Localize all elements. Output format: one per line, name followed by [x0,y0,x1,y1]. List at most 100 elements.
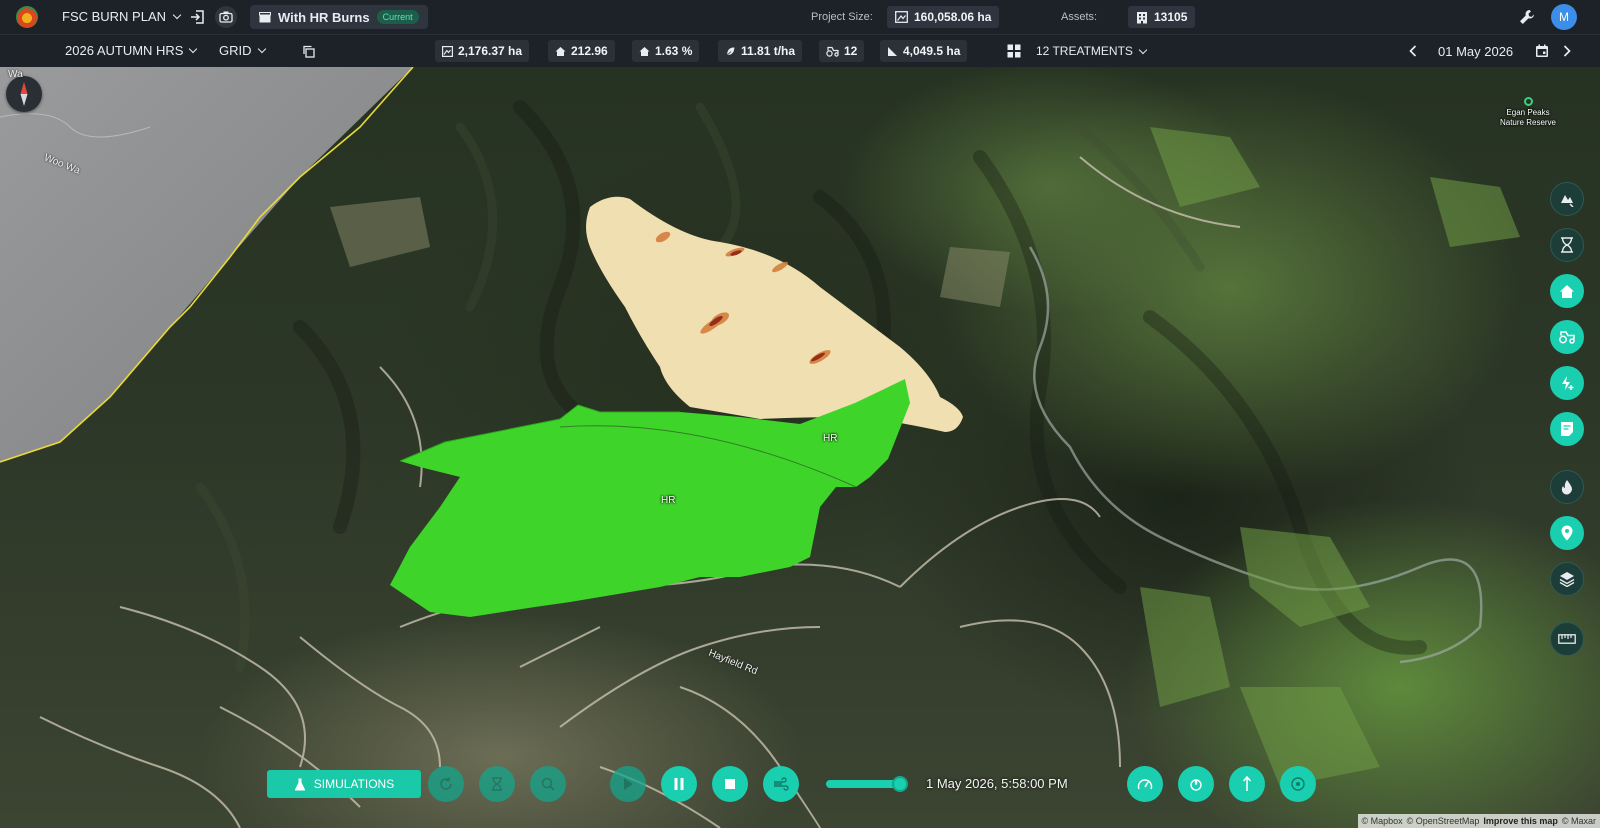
scenario-selector[interactable]: With HR Burns Current [250,5,428,29]
road-label: Wa [8,69,23,80]
stop-button[interactable] [712,766,748,802]
hourglass-tool[interactable] [1550,228,1584,262]
plan-name: FSC BURN PLAN [62,9,167,24]
map-attribution: © Mapbox © OpenStreetMap Improve this ma… [1357,814,1600,828]
poi-label: Egan Peaks Nature Reserve [1499,108,1557,127]
fuel-load-icon [726,46,736,56]
hourglass-icon [492,777,502,791]
hourglass-button[interactable] [479,766,515,802]
settings-icon [1291,777,1305,791]
scenario-name: With HR Burns [278,9,370,25]
chevron-right-icon[interactable] [1556,40,1578,62]
stat-machinery: 12 [819,40,865,62]
compass-button[interactable] [6,76,42,112]
treatments-selector[interactable]: 12 TREATMENTS [1036,44,1148,58]
search-icon [541,777,555,791]
layers-icon [1559,572,1575,587]
top-bar: FSC BURN PLAN With HR Burns Current Proj… [0,0,1600,34]
building-icon [1137,11,1147,23]
clapperboard-icon [259,11,271,22]
assets-value: 13105 [1128,6,1196,28]
grid-layout-icon[interactable] [1003,40,1025,62]
terrain-layer [0,67,1520,828]
notes-icon [1561,422,1573,436]
fire-spread-tool[interactable] [1550,182,1584,216]
poi-marker[interactable]: Egan Peaks Nature Reserve [1497,97,1559,128]
fire-tool[interactable] [1550,470,1584,504]
area-icon [442,45,453,57]
ruler-tool[interactable] [1550,622,1584,656]
home-icon [1560,284,1574,298]
arrow-up-icon [1242,776,1252,791]
wind-icon [774,777,789,791]
house-icon [555,46,566,56]
project-size-value: 160,058.06 ha [887,6,1000,28]
home-tool[interactable] [1550,274,1584,308]
ruler-icon [1558,634,1576,644]
stat-area: 2,176.37 ha [435,40,530,62]
stat-slope-area: 4,049.5 ha [880,40,968,62]
polygon-label: HR [661,495,676,506]
sub-bar: 2026 AUTUMN HRS GRID 2,176.37 ha 212.96 … [0,34,1600,67]
slope-area-icon [888,46,897,56]
camera-icon[interactable] [215,6,237,28]
calendar-icon[interactable] [1531,40,1553,62]
fire-spread-icon [1561,195,1574,207]
flask-icon [294,778,305,790]
project-size-label: Project Size: [811,11,873,23]
view-mode-selector[interactable]: GRID [219,43,266,58]
house-percent-icon [639,46,650,56]
copy-icon[interactable] [297,40,319,62]
location-pin-tool[interactable] [1550,516,1584,550]
ignition-button[interactable] [1178,766,1214,802]
pause-icon [674,778,684,790]
plan-selector[interactable]: FSC BURN PLAN [62,9,182,24]
login-icon[interactable] [187,6,209,28]
chevron-left-icon[interactable] [1402,40,1424,62]
speedometer-icon [1137,779,1153,790]
fire-icon [1190,779,1202,791]
wrench-icon[interactable] [1516,6,1538,28]
polygon-label: HR [823,433,838,444]
lightning-add-tool[interactable] [1550,366,1584,400]
park-icon [1523,97,1533,106]
app-logo[interactable] [16,6,38,28]
chevron-down-icon [1138,45,1148,54]
compass-icon [20,82,28,106]
chevron-down-icon [189,44,198,54]
pause-button[interactable] [661,766,697,802]
stat-houses: 212.96 [548,40,615,62]
assets-label: Assets: [1061,11,1098,23]
refresh-icon [440,777,452,790]
wind-button[interactable] [763,766,799,802]
mapbox-link[interactable]: © Mapbox [1362,816,1403,826]
stat-house-percent: 1.63 % [632,40,700,62]
tractor-icon [1559,331,1575,344]
zoom-search-button[interactable] [530,766,566,802]
simulations-button[interactable]: SIMULATIONS [267,770,421,798]
settings-button[interactable] [1280,766,1316,802]
layers-tool[interactable] [1550,562,1584,596]
season-selector[interactable]: 2026 AUTUMN HRS [65,43,198,58]
osm-link[interactable]: © OpenStreetMap [1407,816,1480,826]
stop-icon [725,779,735,789]
hourglass-icon [1561,237,1573,253]
lightning-add-icon [1562,376,1574,390]
wind-direction-button[interactable] [1229,766,1265,802]
refresh-button[interactable] [428,766,464,802]
play-button[interactable] [610,766,646,802]
area-icon [895,11,908,23]
tractor-icon [826,46,839,57]
location-pin-icon [1561,525,1573,541]
improve-map-link[interactable]: Improve this map [1483,816,1558,826]
play-icon [624,778,633,790]
tractor-tool[interactable] [1550,320,1584,354]
stat-fuel-load: 11.81 t/ha [718,40,803,62]
maxar-link[interactable]: © Maxar [1562,816,1596,826]
speed-button[interactable] [1127,766,1163,802]
user-avatar[interactable]: M [1551,4,1577,30]
playback-slider-handle[interactable] [892,776,908,792]
map-canvas[interactable]: Woo Wa Wa HR HR Hayfield Rd Egan Peaks N… [0,67,1600,828]
fire-icon [1561,480,1572,495]
notes-tool[interactable] [1550,412,1584,446]
